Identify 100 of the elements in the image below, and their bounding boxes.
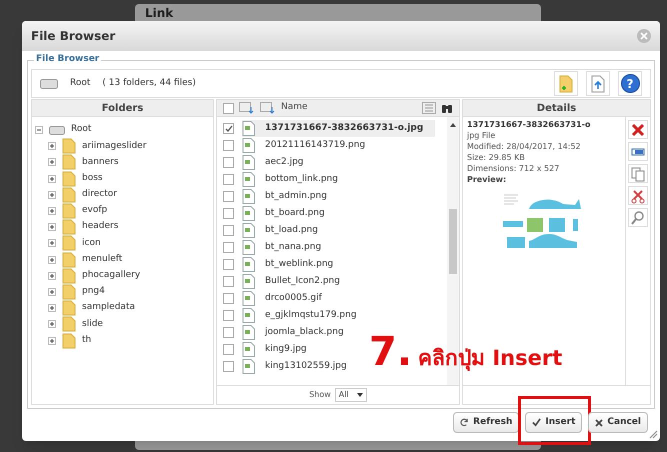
folder-item[interactable]: director (82, 188, 117, 202)
cut-icon[interactable] (628, 186, 648, 205)
checkbox[interactable] (223, 140, 234, 151)
folder-icon (62, 284, 76, 300)
file-name: 1371731667-3832663731-o (467, 119, 592, 130)
rename-icon[interactable] (628, 142, 648, 161)
image-file-icon (242, 342, 255, 357)
scroll-up-icon[interactable] (450, 123, 456, 127)
insert-button[interactable]: Insert (525, 412, 582, 433)
image-file-icon (242, 291, 255, 306)
folder-item[interactable]: icon (82, 236, 101, 250)
file-row[interactable]: bottom_link.png (242, 171, 350, 188)
check-icon (532, 418, 542, 427)
folder-item[interactable]: png4 (82, 285, 105, 299)
folder-icon (62, 170, 76, 187)
file-row[interactable]: joomla_black.png (242, 324, 356, 341)
annotation-text: คลิกปุ่ม Insert (418, 345, 562, 373)
upload-button[interactable] (586, 71, 610, 96)
folder-item[interactable]: menuleft (82, 252, 122, 266)
checkbox[interactable] (223, 123, 234, 134)
delete-icon[interactable] (628, 120, 648, 139)
folder-item[interactable]: ariimageslider (82, 140, 146, 154)
window-title: File Browser (31, 28, 116, 45)
folder-item[interactable]: th (82, 334, 92, 348)
folder-item[interactable]: headers (82, 220, 118, 234)
file-row[interactable]: aec2.jpg (242, 154, 316, 171)
image-file-icon (242, 206, 255, 221)
checkbox[interactable] (223, 225, 234, 236)
checkbox[interactable] (223, 293, 234, 304)
folder-icon (62, 203, 76, 220)
image-file-icon (242, 172, 255, 187)
show-dropdown[interactable]: All (334, 388, 367, 402)
folder-summary: ( 13 folders, 44 files) (102, 76, 196, 90)
checkbox[interactable] (223, 344, 234, 355)
folder-icon (62, 316, 76, 332)
image-file-icon (242, 223, 255, 238)
resize-grip-icon[interactable] (649, 430, 658, 439)
image-file-icon (242, 240, 255, 255)
file-row[interactable]: bt_nana.png (242, 239, 334, 256)
scrollbar-thumb[interactable] (449, 209, 457, 274)
upload-icon[interactable] (591, 74, 605, 92)
folder-item[interactable]: boss (82, 172, 103, 186)
image-file-icon (242, 257, 255, 272)
image-file-icon (242, 274, 255, 289)
folder-item[interactable]: Root (71, 123, 92, 137)
checkbox[interactable] (223, 310, 234, 321)
location-name: Root (70, 76, 90, 90)
image-file-icon (242, 138, 255, 153)
cancel-button[interactable]: Cancel (588, 412, 648, 433)
binoculars-icon[interactable] (441, 102, 453, 114)
file-row[interactable]: king13102559.jpg (242, 358, 359, 375)
checkbox[interactable] (223, 157, 234, 168)
folder-icon (62, 186, 76, 203)
file-row[interactable]: drco0005.gif (242, 290, 334, 307)
column-header: Details (463, 100, 650, 117)
step-number: 7. (369, 332, 412, 372)
folder-icon (62, 219, 76, 236)
sort-icon[interactable] (260, 102, 276, 114)
sort-icon[interactable] (239, 102, 255, 114)
file-type: jpg File (467, 130, 496, 141)
folder-item[interactable]: sampledata (82, 301, 135, 315)
file-row[interactable]: 1371731667-3832663731-o.jpg (242, 120, 436, 137)
file-row[interactable]: Bullet_Icon2.png (242, 273, 352, 290)
folder-item[interactable]: banners (82, 156, 119, 170)
checkbox[interactable] (223, 242, 234, 253)
refresh-button[interactable]: Refresh (453, 412, 520, 433)
drive-icon (40, 78, 58, 88)
copy-icon[interactable] (628, 164, 648, 183)
checkbox[interactable] (223, 276, 234, 287)
column-header: Folders (32, 100, 213, 117)
checkbox[interactable] (223, 191, 234, 202)
file-row[interactable]: e_gjklmqstu179.png (242, 307, 369, 324)
folder-icon (62, 235, 76, 252)
file-row[interactable]: 20121116143719.png (242, 137, 378, 154)
image-file-icon (242, 121, 255, 136)
file-row[interactable]: bt_admin.png (242, 188, 339, 205)
folder-item[interactable]: phocagallery (82, 269, 140, 283)
zoom-icon[interactable] (628, 208, 648, 227)
checkbox[interactable] (223, 174, 234, 185)
folder-item[interactable]: slide (82, 318, 103, 332)
folder-item[interactable]: evofp (82, 204, 108, 218)
help-button[interactable]: ? (620, 74, 640, 93)
checkbox[interactable] (223, 259, 234, 270)
file-row[interactable]: bt_weblink.png (242, 256, 346, 273)
image-file-icon (242, 308, 255, 323)
checkbox[interactable] (223, 208, 234, 219)
show-label: Show (309, 389, 331, 401)
file-row[interactable]: king9.jpg (242, 341, 319, 358)
dialog-title: Link (145, 7, 174, 19)
checkbox[interactable] (223, 361, 234, 372)
image-file-icon (242, 155, 255, 170)
folder-icon (62, 252, 76, 268)
file-row[interactable]: bt_load.png (242, 222, 330, 239)
checkbox[interactable] (223, 102, 234, 114)
image-file-icon (242, 325, 255, 340)
image-file-icon (242, 359, 255, 374)
checkbox[interactable] (223, 327, 234, 338)
file-row[interactable]: bt_board.png (242, 205, 337, 222)
drive-icon (49, 126, 65, 135)
new-folder-icon[interactable] (559, 74, 573, 92)
